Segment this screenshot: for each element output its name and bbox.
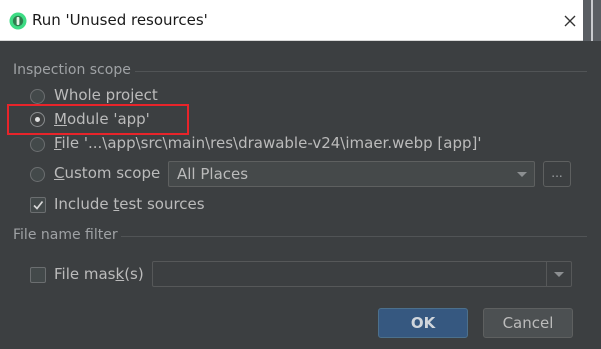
file-label[interactable]: File '...\app\src\main\res\drawable-v24\… [54,134,481,152]
checkmark-icon [33,200,44,210]
title-bar: Run 'Unused resources' [0,0,601,41]
browse-scope-button[interactable]: ... [543,161,571,187]
file-mask-dropdown[interactable] [152,261,572,287]
file-mask-dropdown-arrow[interactable] [547,262,571,286]
chevron-down-icon [517,172,527,177]
chevron-down-icon [554,272,564,277]
custom-scope-value: All Places [177,165,249,183]
cancel-button[interactable]: Cancel [483,308,573,338]
file-label-rest: ile '...\app\src\main\res\drawable-v24\i… [61,134,482,152]
file-mask-label[interactable]: File mask(s) [54,265,144,283]
dropdown-arrow[interactable] [510,162,534,186]
mnemonic-f: F [54,134,62,152]
highlight-box [7,104,189,135]
close-icon[interactable] [555,6,585,36]
whole-project-label[interactable]: Whole project [54,86,158,104]
file-mask-label-pre: File mas [54,265,116,283]
window-title: Run 'Unused resources' [32,11,208,29]
android-studio-icon [9,12,27,30]
custom-scope-label-rest: ustom scope [64,164,161,182]
filter-separator [121,236,587,237]
file-mask-label-rest: (s) [124,265,144,283]
mnemonic-k: k [115,265,125,283]
mnemonic-c: C [54,164,65,182]
radio-custom-scope[interactable] [30,167,45,182]
include-test-sources-checkbox[interactable] [30,197,46,213]
custom-scope-dropdown[interactable]: All Places [168,161,535,187]
file-name-filter-heading: File name filter [13,227,118,243]
background-window-edge [583,0,601,41]
scope-separator [135,71,587,72]
include-test-sources-label[interactable]: Include test sources [54,195,205,213]
inspection-scope-heading: Inspection scope [13,62,131,78]
ok-button[interactable]: OK [378,308,468,338]
file-mask-checkbox[interactable] [30,267,46,283]
radio-file[interactable] [30,137,45,152]
include-label-rest: est sources [119,195,205,213]
radio-whole-project[interactable] [30,89,45,104]
custom-scope-label[interactable]: Custom scope [54,164,160,182]
include-label-pre: Include [54,195,114,213]
